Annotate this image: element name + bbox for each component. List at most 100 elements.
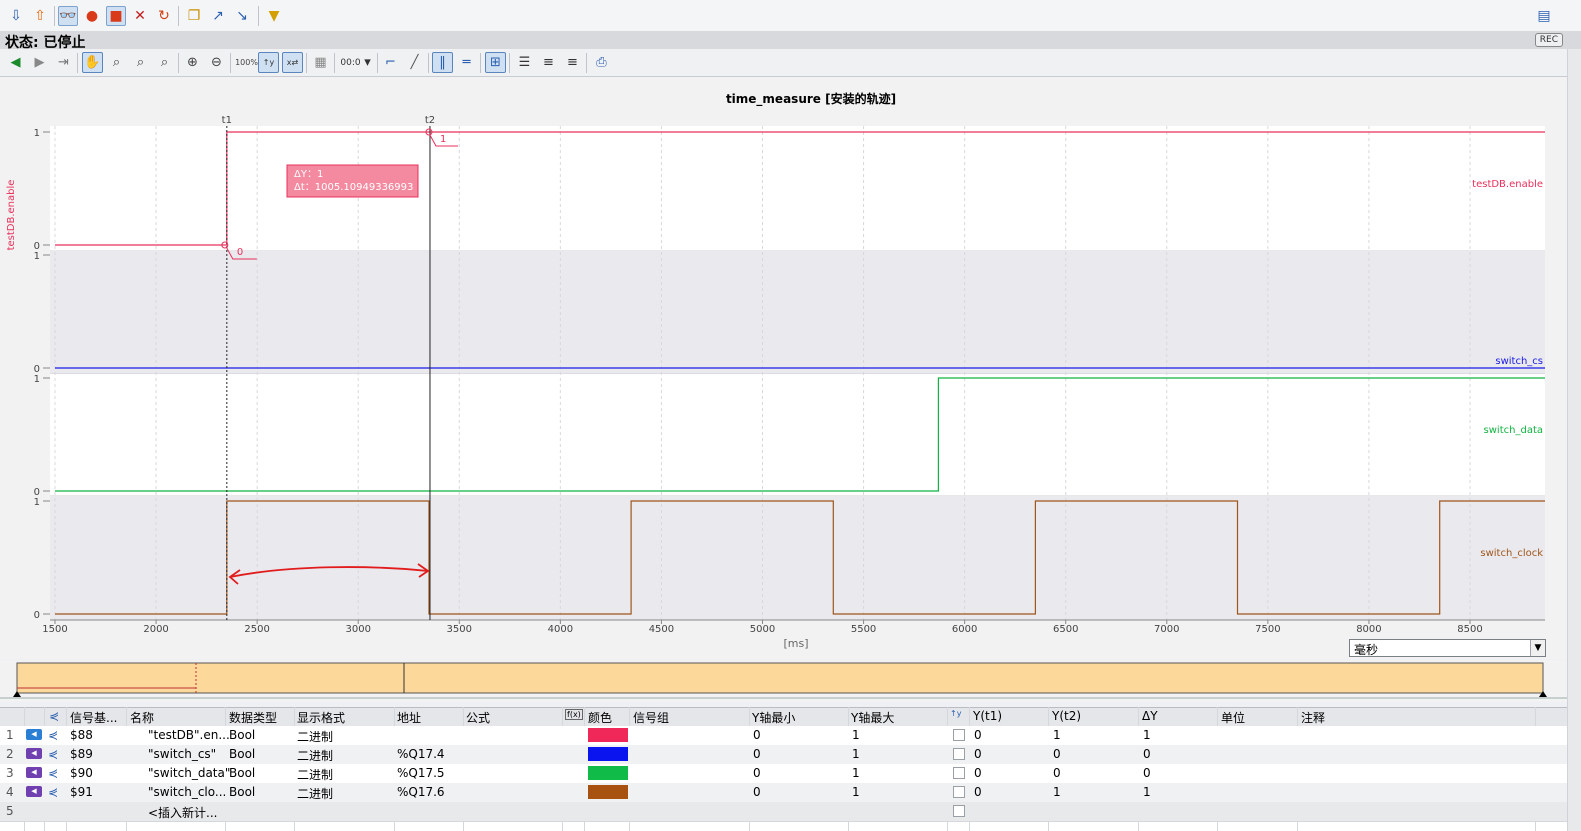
cell-name[interactable]: "testDB".en... — [148, 728, 230, 742]
zoom-100-icon[interactable]: 100% — [235, 52, 258, 73]
record-stop-icon[interactable]: ■ — [106, 6, 126, 26]
cell-address[interactable]: %Q17.6 — [397, 785, 445, 799]
col-formula[interactable]: 公式 — [466, 709, 490, 726]
cell-display-format[interactable]: 二进制 — [297, 785, 333, 802]
lane-view-icon[interactable]: ⊞ — [485, 52, 506, 73]
cell-delta-y[interactable]: 1 — [1143, 728, 1151, 742]
y-scale-checkbox[interactable] — [953, 786, 965, 798]
cell-display-format[interactable]: 二进制 — [297, 766, 333, 783]
copy-icon[interactable]: ❐ — [184, 6, 204, 26]
cell-address[interactable]: %Q17.4 — [397, 747, 445, 761]
cell-y-t1[interactable]: 0 — [974, 766, 982, 780]
x-100-icon[interactable]: x⇄ — [282, 52, 303, 73]
y-scale-checkbox[interactable] — [953, 805, 965, 817]
cell-signal-id[interactable]: $90 — [70, 766, 93, 780]
cell-data-type[interactable]: Bool — [229, 766, 255, 780]
cell-delta-y[interactable]: 1 — [1143, 785, 1151, 799]
y-scale-checkbox[interactable] — [953, 729, 965, 741]
linear-line-icon[interactable]: ╱ — [404, 52, 425, 73]
row-number[interactable]: 4 — [6, 785, 14, 799]
chart-area[interactable]: time_measure [安装的轨迹] 1 0 testDB.enable 1 0 sw… — [0, 77, 1568, 659]
cell-y-t2[interactable]: 0 — [1053, 766, 1061, 780]
col-y-min[interactable]: Y轴最小 — [752, 709, 795, 726]
cell-y-min[interactable]: 0 — [753, 785, 761, 799]
col-name[interactable]: 名称 — [130, 709, 154, 726]
table-row[interactable]: 3 ◀ ⋞ $90 "switch_data" Bool 二进制 %Q17.5 0 1 0 0 0 — [0, 764, 1568, 784]
cell-y-min[interactable]: 0 — [753, 766, 761, 780]
signal-marker-icon[interactable]: ⋞ — [48, 785, 58, 799]
color-swatch[interactable] — [588, 766, 628, 780]
cell-y-max[interactable]: 1 — [852, 747, 860, 761]
table-row[interactable]: 4 ◀ ⋞ $91 "switch_clo... Bool 二进制 %Q17.6 0 1 0 1 1 — [0, 783, 1568, 803]
col-comment[interactable]: 注释 — [1301, 709, 1325, 726]
vertical-cursor-icon[interactable]: ‖ — [432, 52, 453, 73]
cell-y-max[interactable]: 1 — [852, 766, 860, 780]
col-signal-id[interactable]: 信号基... — [70, 709, 117, 726]
col-delta-y[interactable]: ΔY — [1142, 709, 1158, 723]
cell-display-format[interactable]: 二进制 — [297, 747, 333, 764]
overview-range[interactable] — [16, 662, 1544, 694]
cell-y-min[interactable]: 0 — [753, 728, 761, 742]
hand-tool-icon[interactable]: ✋ — [82, 52, 103, 73]
vertical-scrollbar[interactable] — [1567, 49, 1581, 831]
cell-data-type[interactable]: Bool — [229, 747, 255, 761]
import-icon[interactable]: ↘ — [232, 6, 252, 26]
insert-new-label[interactable]: <插入新计... — [148, 804, 218, 821]
cell-data-type[interactable]: Bool — [229, 785, 255, 799]
cell-signal-id[interactable]: $91 — [70, 785, 93, 799]
cell-y-max[interactable]: 1 — [852, 785, 860, 799]
cell-y-max[interactable]: 1 — [852, 728, 860, 742]
cell-y-t2[interactable]: 1 — [1053, 728, 1061, 742]
refresh-icon[interactable]: ↻ — [154, 6, 174, 26]
zoom-in-icon[interactable]: ⊕ — [182, 52, 203, 73]
cell-delta-y[interactable]: 0 — [1143, 766, 1151, 780]
chevron-down-icon[interactable]: ▼ — [1530, 640, 1545, 656]
overview-strip[interactable] — [0, 660, 1568, 702]
panel-toggle-icon[interactable]: ▤ — [1534, 6, 1554, 26]
cell-delta-y[interactable]: 0 — [1143, 747, 1151, 761]
y-scale-checkbox[interactable] — [953, 767, 965, 779]
col-y-t1[interactable]: Y(t1) — [973, 709, 1002, 723]
cell-data-type[interactable]: Bool — [229, 728, 255, 742]
cell-address[interactable]: %Q17.5 — [397, 766, 445, 780]
col-y-t2[interactable]: Y(t2) — [1052, 709, 1081, 723]
cell-name[interactable]: "switch_data" — [148, 766, 230, 780]
horizontal-cursor-icon[interactable]: ═ — [456, 52, 477, 73]
y-scale-checkbox[interactable] — [953, 748, 965, 760]
row-number[interactable]: 5 — [6, 804, 14, 818]
signal-marker-icon[interactable]: ⋞ — [48, 728, 58, 742]
trace-chart[interactable]: time_measure [安装的轨迹] 1 0 testDB.enable 1 0 sw… — [0, 77, 1568, 659]
col-display-format[interactable]: 显示格式 — [297, 709, 345, 726]
row-number[interactable]: 3 — [6, 766, 14, 780]
print-icon[interactable]: ⎙ — [591, 52, 612, 73]
cell-name[interactable]: "switch_cs" — [148, 747, 216, 761]
cell-signal-id[interactable]: $88 — [70, 728, 93, 742]
row-number[interactable]: 2 — [6, 747, 14, 761]
scroll-icon[interactable]: ⇥ — [53, 52, 74, 73]
time-unit-select[interactable]: 毫秒 ▼ — [1349, 639, 1546, 657]
upload-icon[interactable]: ⇧ — [30, 6, 50, 26]
zoom-out-icon[interactable]: ⊖ — [206, 52, 227, 73]
chart-view-icon[interactable]: ▦ — [310, 52, 331, 73]
cell-signal-id[interactable]: $89 — [70, 747, 93, 761]
col-unit[interactable]: 单位 — [1221, 709, 1245, 726]
insert-new-row[interactable]: 5 <插入新计... — [0, 802, 1568, 822]
row-number[interactable]: 1 — [6, 728, 14, 742]
y-100-icon[interactable]: ↑y — [258, 52, 279, 73]
color-swatch[interactable] — [588, 785, 628, 799]
zoom-box-icon[interactable]: ⌕ — [106, 52, 127, 73]
forward-icon[interactable]: ▶ — [29, 52, 50, 73]
signal-marker-icon[interactable]: ⋞ — [48, 766, 58, 780]
list-icon[interactable]: ☰ — [514, 52, 535, 73]
delete-trace-icon[interactable]: ✕ — [130, 6, 150, 26]
signal-marker-icon[interactable]: ⋞ — [48, 747, 58, 761]
cell-y-t2[interactable]: 1 — [1053, 785, 1061, 799]
col-address[interactable]: 地址 — [397, 709, 421, 726]
align-right-icon[interactable]: ≡ — [562, 52, 583, 73]
monitor-icon[interactable]: 👓 — [58, 6, 78, 26]
align-left-icon[interactable]: ≡ — [538, 52, 559, 73]
back-icon[interactable]: ◀ — [5, 52, 26, 73]
zoom-x-icon[interactable]: ⌕ — [130, 52, 151, 73]
table-row[interactable]: 2 ◀ ⋞ $89 "switch_cs" Bool 二进制 %Q17.4 0 1 0 0 0 — [0, 745, 1568, 765]
cell-y-t1[interactable]: 0 — [974, 728, 982, 742]
